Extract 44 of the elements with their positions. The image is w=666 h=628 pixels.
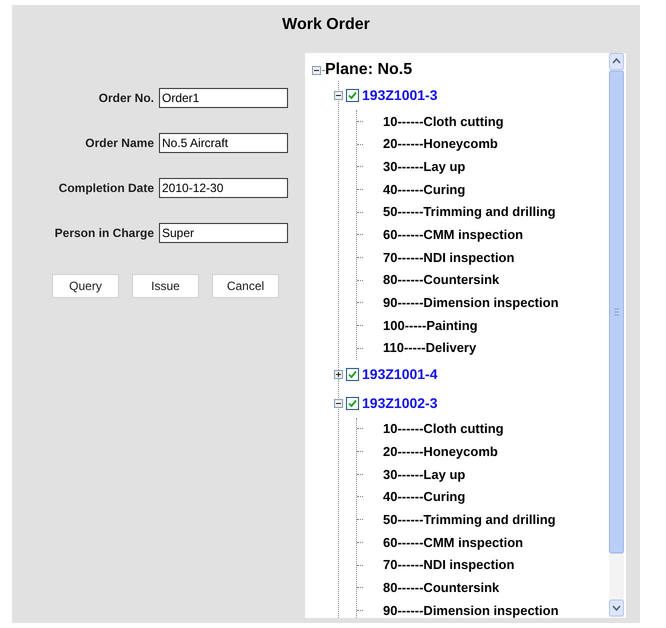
checkbox[interactable]	[346, 396, 359, 410]
tree-leaf[interactable]: 20------Honeycomb	[383, 134, 498, 154]
field-label: Order No.	[98, 90, 154, 107]
tree-leaf[interactable]: 90------Dimension inspection	[383, 293, 559, 313]
tree-leaf[interactable]: 70------NDI inspection	[383, 555, 514, 575]
form-button[interactable]: Query	[52, 274, 119, 298]
page-title: Work Order	[282, 15, 370, 35]
tree-leaf[interactable]: 50------Trimming and drilling	[383, 202, 556, 222]
tree-leaf[interactable]: 40------Curing	[383, 487, 466, 507]
tree-node[interactable]: 193Z1001-3	[362, 85, 438, 106]
collapse-icon[interactable]	[312, 66, 321, 74]
tree-leaf[interactable]: 100-----Painting	[383, 316, 478, 336]
tree-leaf[interactable]: 110-----Delivery	[383, 338, 476, 358]
text-field[interactable]: 2010-12-30	[159, 178, 288, 198]
tree-leaf[interactable]: 70------NDI inspection	[383, 248, 514, 268]
form-button[interactable]: Issue	[132, 274, 199, 298]
checkbox[interactable]	[346, 89, 359, 102]
checkbox[interactable]	[346, 368, 359, 381]
tree-leaf[interactable]: 10------Cloth cutting	[383, 419, 504, 439]
tree-leaf[interactable]: 80------Countersink	[383, 270, 500, 290]
collapse-icon[interactable]	[334, 398, 343, 408]
text-field[interactable]: Super	[159, 223, 288, 243]
tree-leaf[interactable]: 30------Lay up	[383, 156, 466, 176]
tree-leaf[interactable]: 90------Dimension inspection	[383, 600, 559, 618]
tree-leaf[interactable]: 60------CMM inspection	[383, 532, 524, 552]
text-field[interactable]: Order1	[159, 88, 288, 108]
field-label: Person in Charge	[54, 225, 154, 242]
form-button[interactable]: Cancel	[212, 274, 279, 298]
expand-icon[interactable]	[334, 370, 343, 379]
tree-leaf[interactable]: 20------Honeycomb	[383, 442, 498, 462]
field-label: Order Name	[85, 135, 154, 152]
tree-leaf[interactable]: 10------Cloth cutting	[383, 112, 504, 132]
tree-node[interactable]: 193Z1002-3	[362, 392, 438, 414]
tree-node[interactable]: 193Z1001-4	[362, 364, 438, 385]
tree-leaf[interactable]: 60------CMM inspection	[383, 225, 524, 245]
tree-leaf[interactable]: 80------Countersink	[383, 578, 500, 598]
scrollbar[interactable]	[609, 53, 624, 618]
tree-leaf[interactable]: 40------Curing	[383, 180, 466, 200]
text-field[interactable]: No.5 Aircraft	[159, 133, 288, 153]
collapse-icon[interactable]	[334, 91, 343, 100]
field-label: Completion Date	[58, 180, 154, 197]
tree-leaf[interactable]: 50------Trimming and drilling	[383, 510, 556, 530]
tree-root[interactable]: Plane: No.5	[325, 58, 412, 82]
tree-leaf[interactable]: 30------Lay up	[383, 464, 466, 484]
